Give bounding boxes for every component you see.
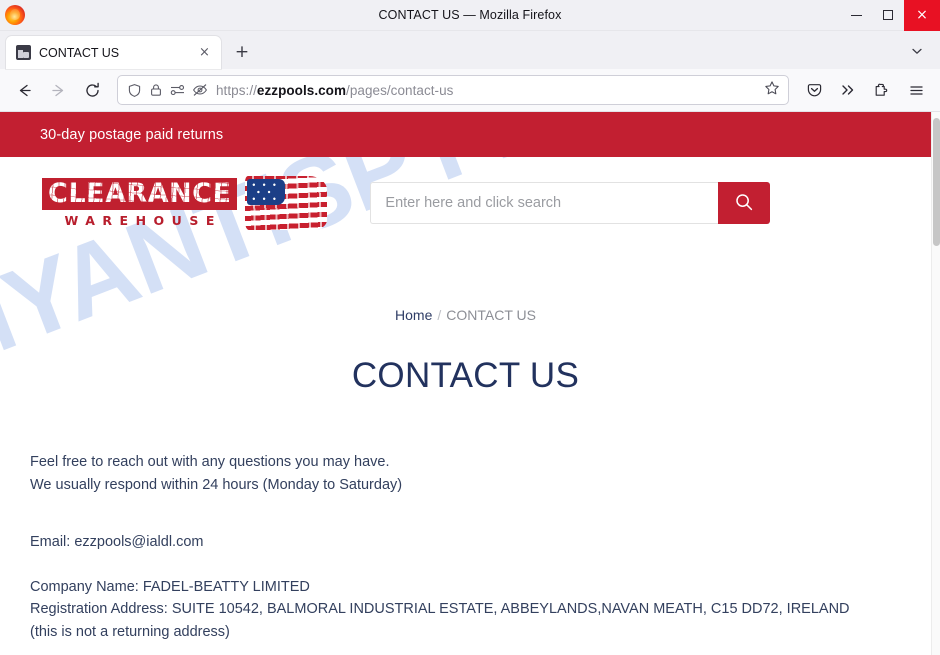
breadcrumb-home-link[interactable]: Home <box>395 307 432 323</box>
lock-icon[interactable] <box>149 83 163 97</box>
page-scrollbar[interactable] <box>931 112 940 655</box>
search-icon <box>734 192 754 215</box>
us-flag-icon <box>245 176 328 230</box>
forward-button[interactable] <box>42 75 74 105</box>
search-input[interactable] <box>370 182 719 224</box>
extensions-puzzle-icon[interactable] <box>866 75 898 105</box>
logo-clearance-text: CLEARANCE <box>48 177 232 209</box>
browser-tab[interactable]: CONTACT US × <box>6 36 221 69</box>
star-icon[interactable] <box>764 80 780 101</box>
close-button[interactable]: × <box>904 0 940 31</box>
intro-line-2: We usually respond within 24 hours (Mond… <box>30 476 403 493</box>
intro-line-1: Feel free to reach out with any question… <box>30 454 390 470</box>
double-chevron-icon[interactable] <box>832 75 864 105</box>
site-header: CLEARANCE WAREHOUSE <box>0 157 931 249</box>
shield-icon[interactable] <box>127 83 142 98</box>
permissions-icon[interactable] <box>170 84 185 96</box>
breadcrumb: Home / CONTACT US <box>0 277 931 323</box>
tab-title: CONTACT US <box>39 45 120 60</box>
email-line: Email: ezzpools@ialdl.com <box>30 534 204 550</box>
list-all-tabs-chevron-down-icon[interactable] <box>906 40 928 62</box>
reload-button[interactable] <box>76 75 108 105</box>
maximize-button[interactable] <box>872 0 904 31</box>
not-returning-address-line: (this is not a returning address) <box>30 623 230 640</box>
close-icon: × <box>916 7 928 23</box>
site-logo[interactable]: CLEARANCE WAREHOUSE <box>42 176 328 230</box>
tracking-protection-off-icon[interactable] <box>192 83 208 97</box>
breadcrumb-current: CONTACT US <box>446 307 536 323</box>
window-controls: × <box>840 0 940 31</box>
page-favicon-icon <box>16 45 31 60</box>
registration-address-line: Registration Address: SUITE 10542, BALMO… <box>30 601 850 617</box>
logo-clearance-box: CLEARANCE <box>42 177 238 211</box>
logo-warehouse-text: WAREHOUSE <box>64 213 222 229</box>
tab-close-icon[interactable]: × <box>195 43 214 62</box>
promo-banner-text: 30-day postage paid returns <box>40 126 224 143</box>
page-title: CONTACT US <box>351 356 580 395</box>
promo-banner: 30-day postage paid returns <box>0 112 931 157</box>
tab-strip: CONTACT US × + <box>0 31 940 69</box>
main-content: Home / CONTACT US CONTACT US Feel free to … <box>0 249 931 655</box>
navigation-toolbar: https://ezzpools.com/pages/contact-us <box>0 69 940 112</box>
firefox-logo-icon <box>5 5 25 25</box>
logo-mark: CLEARANCE WAREHOUSE <box>42 177 238 229</box>
company-name-line: Company Name: FADEL-BEATTY LIMITED <box>30 578 310 595</box>
url-text: https://ezzpools.com/pages/contact-us <box>216 82 454 98</box>
search-button[interactable] <box>718 182 771 224</box>
minimize-button[interactable] <box>840 0 872 31</box>
pocket-icon[interactable] <box>798 75 830 105</box>
address-bar[interactable]: https://ezzpools.com/pages/contact-us <box>117 75 789 105</box>
window-titlebar: CONTACT US — Mozilla Firefox × <box>0 0 940 31</box>
scrollbar-thumb[interactable] <box>933 118 940 246</box>
back-button[interactable] <box>8 75 40 105</box>
web-page: MYANTISPYWARE.COM 30-day postage paid re… <box>0 112 931 655</box>
page-viewport: MYANTISPYWARE.COM 30-day postage paid re… <box>0 112 940 655</box>
window-title: CONTACT US — Mozilla Firefox <box>378 8 562 22</box>
contact-body: Feel free to reach out with any question… <box>0 451 931 655</box>
hamburger-menu-icon[interactable] <box>900 75 932 105</box>
new-tab-button[interactable]: + <box>227 37 257 67</box>
breadcrumb-separator: / <box>437 307 442 323</box>
search-form <box>370 182 771 224</box>
